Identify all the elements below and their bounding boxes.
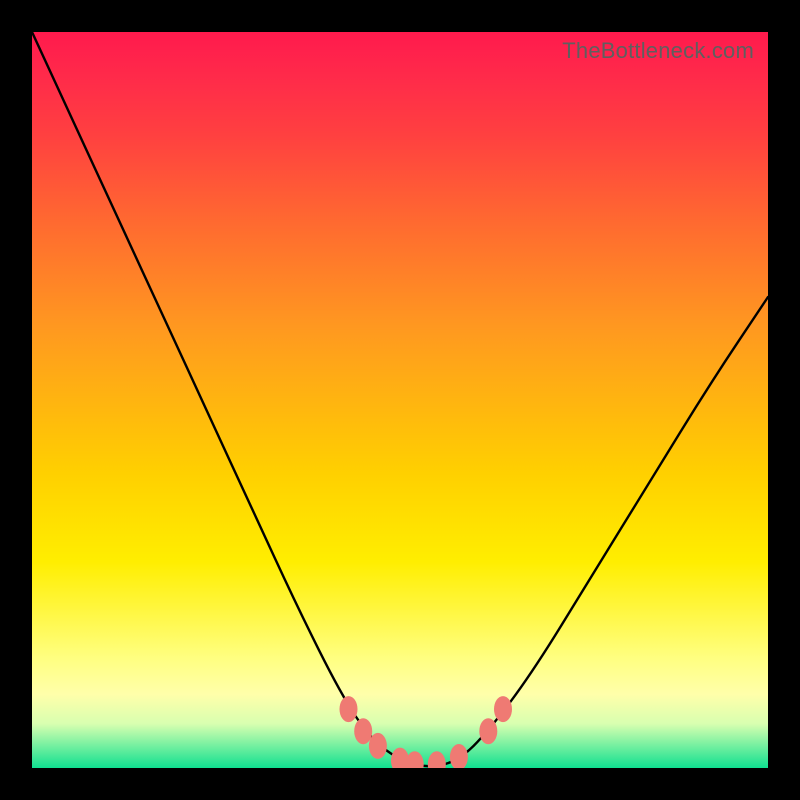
- marker-layer: [32, 32, 768, 768]
- watermark-text: TheBottleneck.com: [562, 38, 754, 64]
- plot-area: TheBottleneck.com: [32, 32, 768, 768]
- curve-marker: [340, 696, 358, 722]
- curve-marker: [406, 751, 424, 768]
- chart-frame: TheBottleneck.com: [0, 0, 800, 800]
- curve-marker: [428, 751, 446, 768]
- curve-marker: [479, 718, 497, 744]
- curve-marker: [354, 718, 372, 744]
- curve-marker: [450, 744, 468, 768]
- curve-marker: [494, 696, 512, 722]
- curve-marker: [369, 733, 387, 759]
